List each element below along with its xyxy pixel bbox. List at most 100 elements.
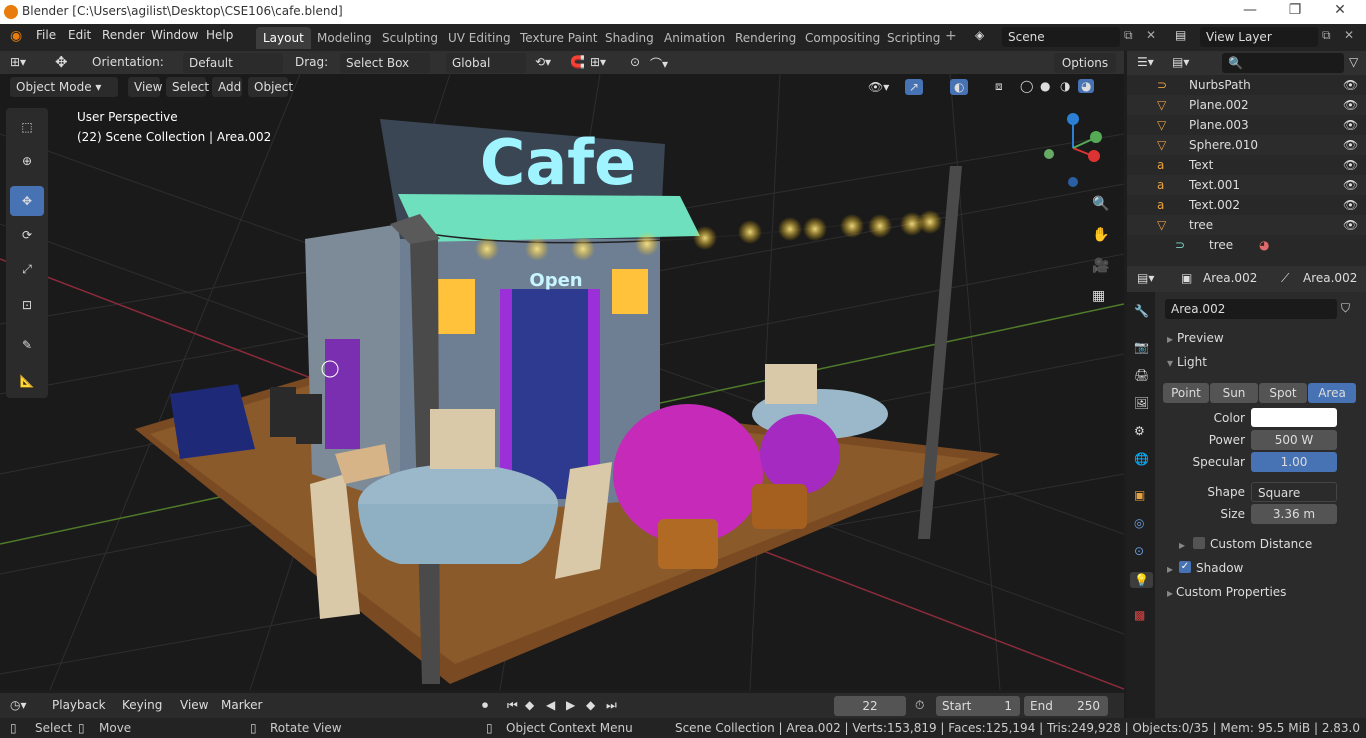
z-axis-icon[interactable]: [1067, 113, 1079, 125]
drag-dropdown[interactable]: Select Box: [340, 53, 430, 73]
measure-tool-icon[interactable]: 📐: [10, 366, 44, 396]
visibility-eye-icon[interactable]: 👁: [1343, 98, 1358, 112]
shadow-checkbox[interactable]: ✓: [1179, 561, 1191, 573]
display-mode-icon[interactable]: ▤▾: [1172, 55, 1189, 69]
annotate-tool-icon[interactable]: ✎: [10, 330, 44, 360]
x-axis-icon[interactable]: [1088, 150, 1100, 162]
tool-tab-icon[interactable]: 🔧: [1134, 304, 1149, 318]
shadow-chevron-icon[interactable]: ▸: [1167, 562, 1173, 576]
light-chevron-icon[interactable]: ▾: [1167, 356, 1173, 370]
outliner-item[interactable]: a Text.001 👁: [1127, 175, 1366, 195]
outliner-item[interactable]: ▽ Sphere.010 👁: [1127, 135, 1366, 155]
tab-shading[interactable]: Shading: [598, 27, 661, 49]
view-menu[interactable]: View: [128, 77, 162, 97]
outliner-search[interactable]: 🔍: [1222, 53, 1344, 73]
outliner-item[interactable]: ▽ Plane.003 👁: [1127, 115, 1366, 135]
outliner-item[interactable]: a Text 👁: [1127, 155, 1366, 175]
modifier-tab-icon[interactable]: ◎: [1134, 516, 1144, 530]
add-workspace-icon[interactable]: +: [945, 28, 957, 44]
world-tab-icon[interactable]: 🌐: [1134, 452, 1149, 466]
light-type-sun[interactable]: Sun: [1210, 383, 1258, 403]
gizmo-toggle-icon[interactable]: ↗: [905, 79, 924, 95]
light-type-area[interactable]: Area: [1308, 383, 1356, 403]
navigation-gizmo[interactable]: [1035, 108, 1110, 190]
outliner-item[interactable]: ⊃ NurbsPath 👁: [1127, 75, 1366, 95]
options-dropdown[interactable]: Options: [1054, 53, 1116, 73]
view-layer-selector[interactable]: View Layer: [1200, 27, 1318, 47]
view-layer-tab-icon[interactable]: 🖼: [1134, 396, 1149, 410]
zoom-icon[interactable]: 🔍: [1092, 196, 1109, 212]
cursor-tool-icon[interactable]: ⊕: [10, 146, 44, 176]
close-icon[interactable]: ✕: [1320, 2, 1360, 22]
visibility-eye-icon[interactable]: 👁: [1343, 118, 1358, 132]
clock-icon[interactable]: ⏱: [915, 698, 924, 713]
move-tool-icon[interactable]: ✥: [10, 186, 44, 216]
keying-menu[interactable]: Keying: [122, 698, 162, 712]
shape-dropdown[interactable]: Square: [1251, 482, 1337, 502]
specular-field[interactable]: 1.00: [1251, 452, 1337, 472]
blender-menu-icon[interactable]: ◉: [10, 28, 22, 44]
light-type-point[interactable]: Point: [1163, 383, 1209, 403]
delete-scene-icon[interactable]: ✕: [1146, 28, 1156, 42]
tab-scripting[interactable]: Scripting: [880, 27, 947, 49]
filter-icon[interactable]: ▽: [1349, 55, 1358, 69]
snap-icon[interactable]: 🧲: [570, 55, 585, 69]
falloff-icon[interactable]: ⌒▾: [650, 55, 668, 72]
camera-view-icon[interactable]: 🎥: [1092, 258, 1109, 274]
tab-sculpting[interactable]: Sculpting: [375, 27, 445, 49]
properties-editor-icon[interactable]: ▤▾: [1137, 271, 1154, 285]
rendered-shading-icon[interactable]: ◕: [1078, 79, 1095, 93]
next-keyframe-icon[interactable]: ◆: [586, 698, 595, 712]
visibility-eye-icon[interactable]: 👁: [1343, 78, 1358, 92]
y-axis-icon[interactable]: [1090, 131, 1102, 143]
object-tab-icon[interactable]: ▣: [1134, 488, 1145, 502]
add-menu[interactable]: Add: [212, 77, 242, 97]
preview-chevron-icon[interactable]: ▸: [1167, 332, 1173, 346]
end-frame-field[interactable]: End 250: [1024, 696, 1108, 716]
outliner-item[interactable]: a Text.002 👁: [1127, 195, 1366, 215]
menu-file[interactable]: File: [30, 28, 62, 42]
scene-selector[interactable]: Scene: [1002, 27, 1120, 47]
play-icon[interactable]: ▶: [566, 698, 575, 712]
visibility-eye-icon[interactable]: 👁: [1343, 218, 1358, 232]
visibility-eye-icon[interactable]: 👁: [1343, 178, 1358, 192]
preview-panel[interactable]: Preview: [1177, 331, 1224, 345]
pivot-icon[interactable]: ⟲▾: [535, 55, 551, 69]
scene-render[interactable]: Cafe Open: [0, 74, 1124, 690]
ortho-toggle-icon[interactable]: ▦: [1092, 288, 1105, 304]
timeline-editor-icon[interactable]: ◷▾: [10, 698, 27, 712]
play-reverse-icon[interactable]: ◀: [546, 698, 555, 712]
neg-y-axis-icon[interactable]: [1044, 149, 1054, 159]
editor-type-icon[interactable]: ⊞▾: [10, 55, 26, 69]
custom-properties-panel[interactable]: Custom Properties: [1176, 585, 1286, 599]
outliner-item[interactable]: ⊃ tree ◕: [1127, 235, 1366, 255]
menu-render[interactable]: Render: [96, 28, 151, 42]
marker-menu[interactable]: Marker: [221, 698, 262, 712]
output-tab-icon[interactable]: 🖨: [1134, 368, 1149, 382]
overlay-toggle-icon[interactable]: ◐: [950, 79, 969, 95]
light-color-swatch[interactable]: [1251, 408, 1337, 427]
select-box-tool-icon[interactable]: ⬚: [10, 112, 44, 142]
texture-tab-icon[interactable]: ▩: [1134, 608, 1145, 622]
custom-distance-checkbox[interactable]: [1193, 537, 1205, 549]
start-frame-field[interactable]: Start 1: [936, 696, 1020, 716]
minimize-icon[interactable]: —: [1230, 2, 1270, 22]
constraint-tab-icon[interactable]: ⊙: [1134, 544, 1144, 558]
light-data-tab-icon[interactable]: 💡: [1130, 572, 1153, 588]
orientation-dropdown[interactable]: Default: [183, 53, 283, 73]
mode-dropdown[interactable]: Object Mode ▾: [10, 77, 118, 97]
solid-shading-icon[interactable]: ●: [1040, 79, 1050, 93]
light-type-spot[interactable]: Spot: [1259, 383, 1307, 403]
pan-hand-icon[interactable]: ✋: [1092, 227, 1109, 243]
tab-animation[interactable]: Animation: [657, 27, 732, 49]
scale-tool-icon[interactable]: ⤢: [10, 254, 44, 284]
custom-distance-chevron-icon[interactable]: ▸: [1179, 538, 1185, 552]
new-view-layer-icon[interactable]: ⧉: [1322, 28, 1331, 43]
tab-modeling[interactable]: Modeling: [310, 27, 379, 49]
fake-user-icon[interactable]: ⛉: [1341, 301, 1350, 316]
playback-menu[interactable]: Playback: [52, 698, 106, 712]
tab-rendering[interactable]: Rendering: [728, 27, 803, 49]
menu-window[interactable]: Window: [145, 28, 204, 42]
outliner-item[interactable]: ▽ Plane.002 👁: [1127, 95, 1366, 115]
outliner-editor-icon[interactable]: ☰▾: [1137, 55, 1154, 69]
